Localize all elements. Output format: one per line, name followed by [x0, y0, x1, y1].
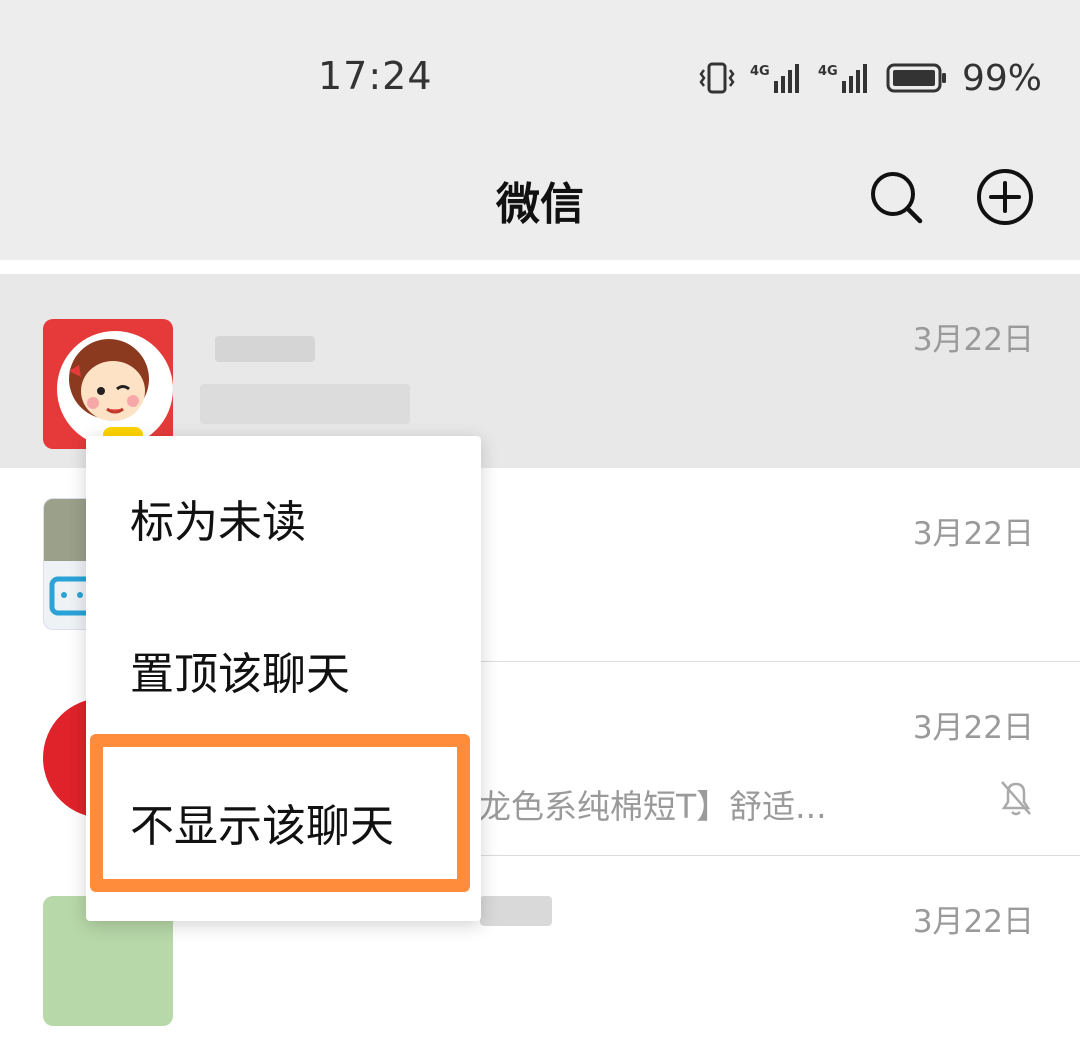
network-type-1: 4G [750, 64, 770, 79]
chat-time: 3月22日 [912, 904, 1034, 940]
signal-4g-icon: 4G [750, 64, 799, 93]
menu-item-hide-chat[interactable]: 不显示该聊天 [86, 740, 481, 890]
blurred-name [215, 336, 315, 362]
chat-time: 3月22日 [912, 516, 1034, 552]
status-bar: 17:24 4G 4G 99% [0, 0, 1080, 150]
menu-item-label: 标为未读 [130, 497, 306, 548]
menu-item-pin-chat[interactable]: 置顶该聊天 [86, 588, 481, 738]
chat-time: 3月22日 [912, 322, 1034, 358]
battery-icon [886, 63, 946, 93]
status-time: 17:24 [318, 54, 433, 98]
vibrate-icon [699, 62, 735, 94]
blurred-name [480, 896, 552, 926]
peko-character-icon [57, 331, 173, 447]
status-icons: 4G 4G 99% [698, 57, 1042, 99]
app-header: 微信 [0, 150, 1080, 260]
battery-percent: 99% [961, 57, 1042, 99]
search-icon[interactable] [866, 167, 926, 227]
context-menu: 标为未读 置顶该聊天 不显示该聊天 [86, 436, 481, 921]
avatar [43, 319, 173, 449]
signal-4g-icon-2: 4G [818, 64, 867, 93]
add-icon[interactable] [975, 167, 1035, 227]
menu-item-label: 不显示该聊天 [130, 801, 394, 852]
blurred-message [200, 384, 410, 424]
menu-item-mark-unread[interactable]: 标为未读 [86, 436, 481, 586]
menu-item-label: 置顶该聊天 [130, 649, 350, 700]
mute-bell-icon [1001, 781, 1031, 816]
chat-preview: 龙色系纯棉短T】舒适... [478, 787, 827, 826]
network-type-2: 4G [818, 64, 838, 79]
chat-time: 3月22日 [912, 710, 1034, 746]
